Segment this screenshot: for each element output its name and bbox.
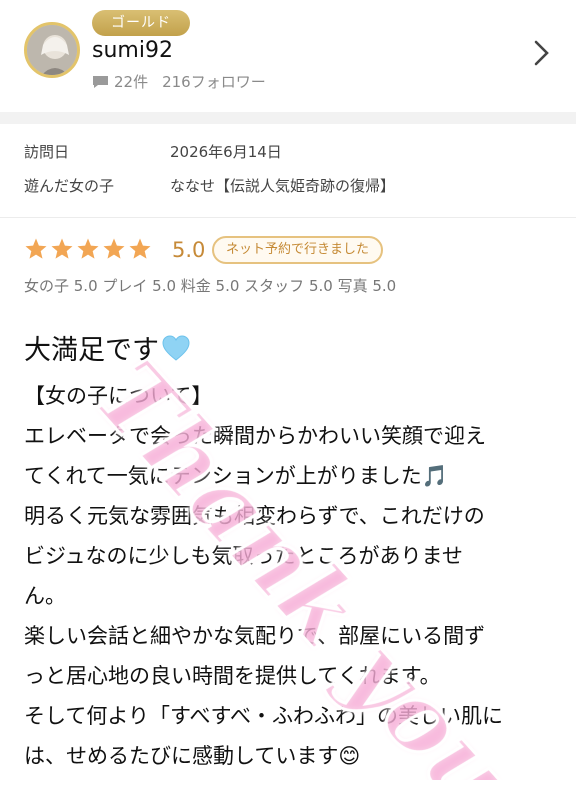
review-body: 【女の子について】 エレベータで会った瞬間からかわいい笑顔で迎え てくれて一気に…	[24, 376, 554, 776]
profile-stats: 22件 216フォロワー	[92, 71, 266, 92]
section-divider	[0, 112, 576, 124]
review-line: エレベータで会った瞬間からかわいい笑顔で迎え	[24, 424, 486, 448]
star-icon	[103, 238, 125, 259]
review-line: ビジュなのに少しも気取ったところがありませ	[24, 544, 463, 568]
girl-label: 遊んだ女の子	[24, 176, 115, 195]
profile-header[interactable]: ゴールド sumi92 22件 216フォロワー	[0, 0, 576, 112]
comment-icon	[93, 75, 108, 88]
review-line: っと居心地の良い時間を提供してくれます。	[24, 664, 441, 688]
review-line: そして何より「すべすべ・ふわふわ」の美しい肌に	[24, 704, 504, 728]
star-icon	[77, 238, 99, 259]
star-icon	[51, 238, 73, 259]
visit-date-row: 訪問日 2026年6月14日	[24, 134, 552, 168]
review-title-text: 大満足です	[24, 335, 159, 366]
visit-date-label: 訪問日	[24, 142, 70, 161]
review-line: 【女の子について】	[24, 384, 213, 408]
star-icon	[129, 238, 151, 259]
chevron-right-icon[interactable]	[532, 38, 552, 68]
rating-row: 5.0 ネット予約で行きました	[0, 218, 576, 276]
girl-value[interactable]: ななせ【伝説人気姫奇跡の復帰】	[170, 175, 395, 196]
review-count: 22件	[114, 73, 149, 91]
avatar[interactable]	[24, 22, 80, 78]
follower-count: 216フォロワー	[162, 73, 266, 91]
girl-row: 遊んだ女の子 ななせ【伝説人気姫奇跡の復帰】	[24, 168, 552, 202]
heart-icon	[162, 334, 190, 361]
visit-date-value: 2026年6月14日	[170, 142, 282, 161]
review-line: てくれて一気にテンションが上がりました🎵	[24, 464, 448, 488]
visit-info: 訪問日 2026年6月14日 遊んだ女の子 ななせ【伝説人気姫奇跡の復帰】	[0, 124, 576, 218]
rating-score: 5.0	[172, 238, 206, 262]
rank-badge: ゴールド	[92, 10, 190, 36]
sub-scores: 女の子 5.0 プレイ 5.0 料金 5.0 スタッフ 5.0 写真 5.0	[24, 277, 397, 295]
review-line: 楽しい会話と細やかな気配りで、部屋にいる間ず	[24, 624, 486, 648]
star-rating	[24, 237, 154, 261]
review-line: は、せめるたびに感動しています😊	[24, 744, 361, 768]
review-line: ん。	[24, 584, 66, 608]
star-icon	[25, 238, 47, 259]
username[interactable]: sumi92	[92, 38, 173, 63]
review-title: 大満足です	[24, 328, 191, 367]
booking-tag: ネット予約で行きました	[212, 236, 384, 264]
review-line: 明るく元気な雰囲気も相変わらずで、これだけの	[24, 504, 485, 528]
